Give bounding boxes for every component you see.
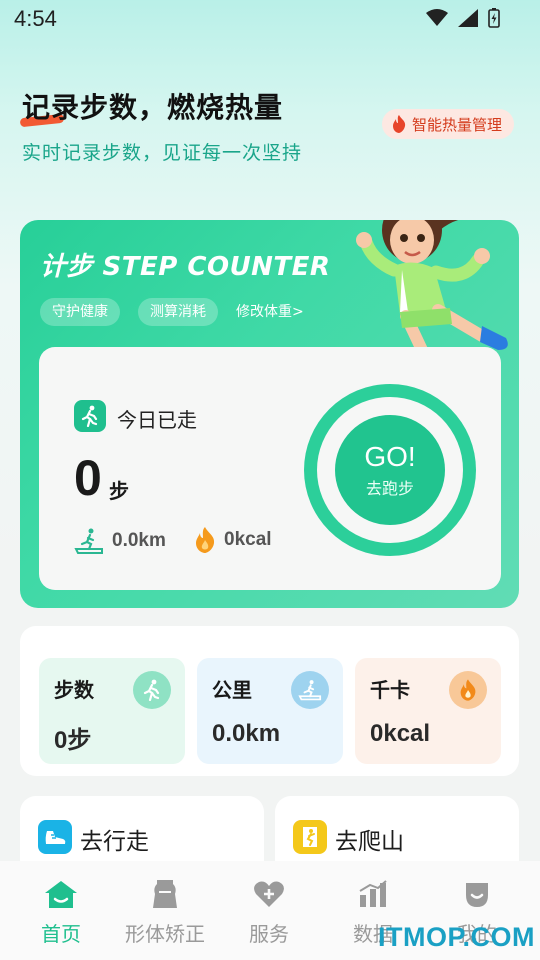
stat-value: 0kcal bbox=[370, 720, 431, 747]
treadmill-icon bbox=[291, 671, 329, 709]
tab-label: 形体矫正 bbox=[125, 922, 205, 946]
steps-count: 0 bbox=[74, 450, 102, 506]
body-icon bbox=[148, 877, 182, 911]
step-counter-title: 计步 STEP COUNTER bbox=[40, 252, 331, 282]
tab-label: 服务 bbox=[249, 922, 289, 946]
stats-panel: 步数 0步 公里 0.0km 千卡 0kcal bbox=[20, 626, 519, 776]
badge-label: 智能热量管理 bbox=[412, 115, 503, 134]
page-subtitle: 实时记录步数，见证每一次坚持 bbox=[22, 142, 303, 164]
stat-card-distance[interactable]: 公里 0.0km bbox=[197, 658, 343, 764]
steps-unit: 步 bbox=[109, 479, 129, 503]
watermark: ITMOP.COM bbox=[378, 922, 536, 952]
profile-icon bbox=[460, 877, 494, 911]
stat-card-calories[interactable]: 千卡 0kcal bbox=[355, 658, 501, 764]
heart-plus-icon bbox=[252, 877, 286, 911]
tab-services[interactable]: 服务 bbox=[215, 861, 323, 960]
go-button-label: GO! bbox=[364, 441, 416, 472]
tab-home[interactable]: 首页 bbox=[7, 861, 115, 960]
treadmill-icon bbox=[74, 528, 103, 554]
chart-icon bbox=[356, 877, 390, 911]
tab-body-correction[interactable]: 形体矫正 bbox=[111, 861, 219, 960]
step-counter-card: 计步 STEP COUNTER 守护健康 测算消耗 修改体重> 今日已走 0 步… bbox=[20, 220, 519, 608]
status-icons bbox=[426, 8, 500, 28]
walk-icon bbox=[74, 400, 106, 432]
battery-icon bbox=[488, 8, 500, 28]
runner-mascot-illustration bbox=[356, 220, 508, 356]
stat-value: 0步 bbox=[54, 727, 92, 754]
today-walked-label: 今日已走 bbox=[117, 408, 197, 432]
edit-weight-link[interactable]: 修改体重> bbox=[236, 298, 304, 326]
go-button-sublabel: 去跑步 bbox=[365, 479, 414, 498]
chip-health[interactable]: 守护健康 bbox=[40, 298, 120, 326]
flame-icon bbox=[393, 115, 406, 133]
today-steps-panel: 今日已走 0 步 0.0km 0kcal GO! 去跑步 bbox=[39, 347, 501, 590]
shoe-icon bbox=[38, 820, 72, 854]
climb-icon bbox=[293, 820, 327, 854]
go-run-ring: GO! 去跑步 bbox=[304, 384, 476, 556]
stat-label: 步数 bbox=[54, 678, 94, 702]
page-title: 记录步数，燃烧热量 bbox=[22, 91, 284, 124]
go-walk-label: 去行走 bbox=[80, 829, 149, 855]
signal-icon bbox=[458, 9, 478, 27]
smart-calorie-badge[interactable]: 智能热量管理 bbox=[382, 109, 515, 139]
chip-calculate[interactable]: 测算消耗 bbox=[138, 298, 218, 326]
go-climb-label: 去爬山 bbox=[335, 829, 404, 855]
wifi-icon bbox=[426, 9, 448, 26]
go-ring-inner: GO! 去跑步 bbox=[317, 397, 463, 543]
distance-summary: 0.0km bbox=[74, 527, 166, 555]
status-bar: 4:54 bbox=[0, 0, 540, 38]
stat-card-steps[interactable]: 步数 0步 bbox=[39, 658, 185, 764]
flame-icon bbox=[196, 527, 215, 553]
go-run-button[interactable]: GO! 去跑步 bbox=[335, 415, 445, 525]
stat-label: 千卡 bbox=[370, 678, 410, 702]
tab-label: 首页 bbox=[41, 922, 81, 946]
status-time: 4:54 bbox=[14, 6, 57, 31]
home-icon bbox=[44, 877, 78, 911]
stat-label: 公里 bbox=[212, 678, 252, 702]
stat-value: 0.0km bbox=[212, 720, 281, 747]
distance-value: 0.0km bbox=[112, 530, 166, 551]
walk-icon bbox=[133, 671, 171, 709]
calorie-value: 0kcal bbox=[224, 529, 272, 550]
calorie-summary: 0kcal bbox=[194, 527, 272, 553]
flame-icon bbox=[449, 671, 487, 709]
